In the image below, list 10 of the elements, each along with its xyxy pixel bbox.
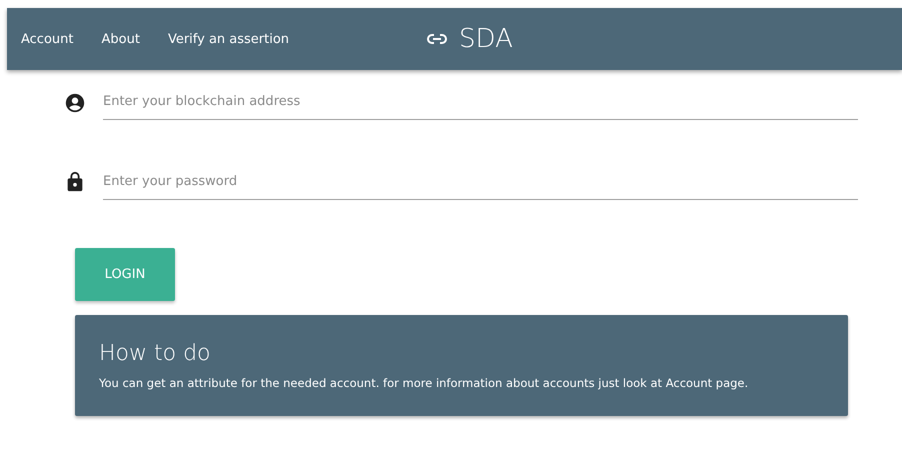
link-icon <box>427 34 448 44</box>
nav-link[interactable]: Verify an assertion <box>168 32 290 46</box>
nav-link[interactable]: About <box>102 32 140 46</box>
address-field[interactable]: Enter your blockchain address <box>103 90 858 120</box>
user-icon <box>64 92 86 114</box>
brand-title: SDA <box>459 24 513 54</box>
nav-link[interactable]: Account <box>21 32 74 46</box>
password-field[interactable]: Enter your password <box>103 170 858 200</box>
card-title: How to do <box>99 341 212 366</box>
card-text: You can get an attribute for the needed account. for more information about accounts just look at Account page. <box>99 376 750 390</box>
